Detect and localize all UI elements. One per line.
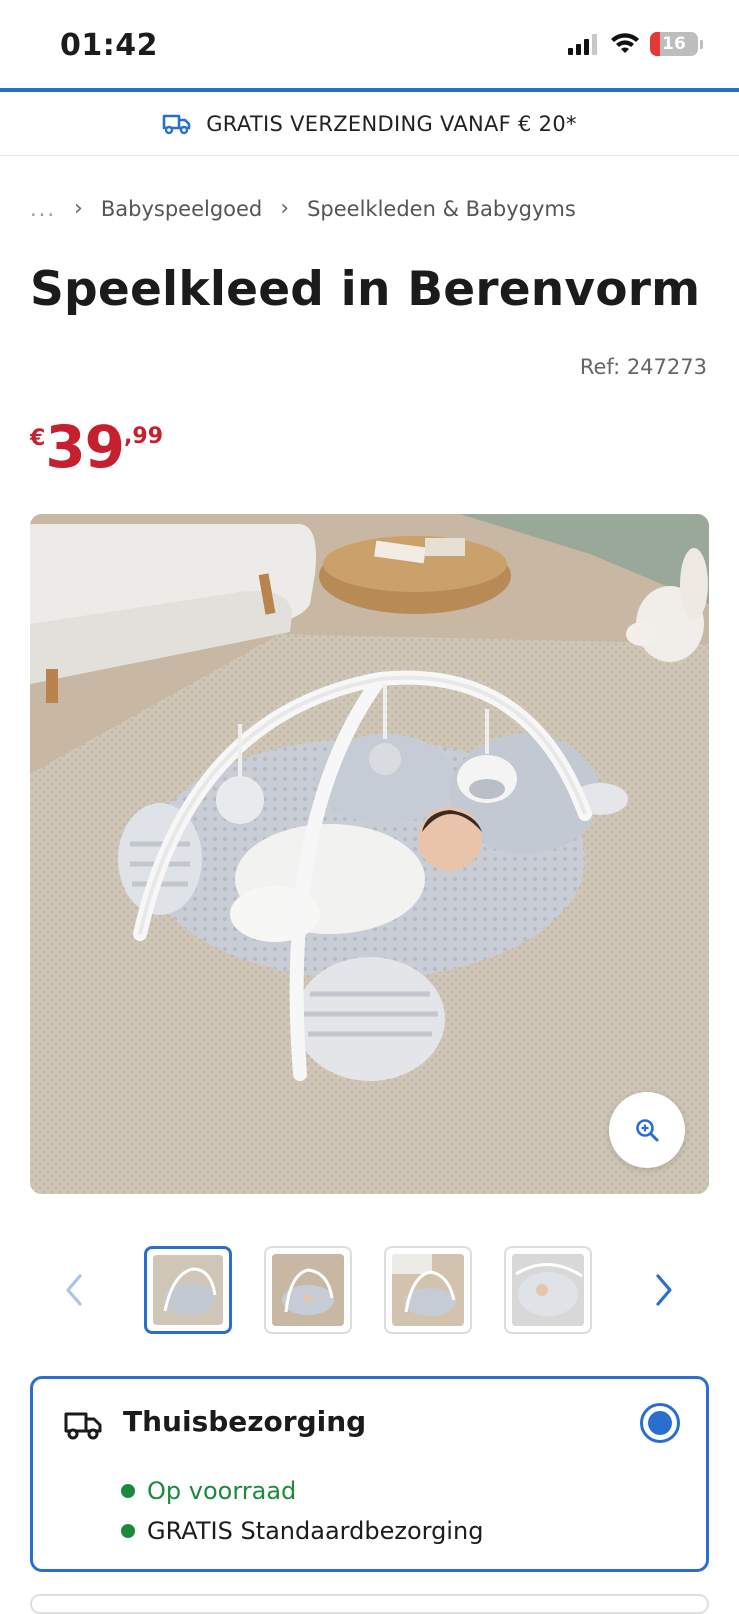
truck-icon — [162, 114, 191, 134]
promo-text: GRATIS VERZENDING VANAF € 20* — [206, 111, 577, 136]
product-ref: Ref: 247273 — [579, 355, 707, 379]
delivery-stock-status: Op voorraad — [121, 1471, 483, 1511]
product-image[interactable] — [30, 514, 709, 1194]
delivery-radio[interactable] — [640, 1403, 680, 1443]
thumbnail-strip — [0, 1246, 739, 1334]
delivery-option-home[interactable]: Thuisbezorging Op voorraad GRATIS Standa… — [30, 1376, 709, 1572]
shipping-promo-banner[interactable]: GRATIS VERZENDING VANAF € 20* — [0, 92, 739, 156]
thumbnail-2[interactable] — [264, 1246, 352, 1334]
status-time: 01:42 — [60, 28, 158, 63]
chevron-left-icon[interactable] — [62, 1270, 86, 1310]
status-dot-icon — [121, 1524, 135, 1538]
price-currency: € — [30, 426, 46, 451]
price-decimal: ,99 — [124, 424, 164, 449]
delivery-details: Op voorraad GRATIS Standaardbezorging — [121, 1471, 483, 1551]
wifi-icon — [611, 33, 639, 53]
price-integer: 39 — [45, 413, 125, 481]
status-dot-icon — [121, 1484, 135, 1498]
chevron-right-icon: › — [280, 196, 290, 221]
product-price: € 39 ,99 — [30, 418, 163, 476]
thumbnail-4[interactable] — [504, 1246, 592, 1334]
next-delivery-option[interactable] — [30, 1594, 709, 1614]
baby-playmat-photo — [30, 514, 709, 1194]
product-title: Speelkleed in Berenvorm — [30, 262, 701, 317]
signal-icon — [568, 34, 597, 55]
chevron-right-icon[interactable] — [652, 1270, 676, 1310]
truck-icon — [64, 1412, 102, 1440]
chevron-right-icon: › — [74, 196, 83, 221]
status-icons: 16 — [568, 32, 703, 56]
status-bar: 01:42 16 — [0, 0, 739, 88]
breadcrumb: ... › Babyspeelgoed › Speelkleden & Baby… — [30, 196, 576, 221]
thumbnail-3[interactable] — [384, 1246, 472, 1334]
thumbnail-1[interactable] — [144, 1246, 232, 1334]
radio-selected-dot — [648, 1411, 672, 1435]
battery-icon: 16 — [650, 32, 698, 56]
zoom-button[interactable] — [609, 1092, 685, 1168]
breadcrumb-item-babyspeelgoed[interactable]: Babyspeelgoed — [101, 197, 262, 221]
delivery-title: Thuisbezorging — [123, 1405, 367, 1438]
battery-level: 16 — [662, 34, 686, 54]
delivery-shipping-info: GRATIS Standaardbezorging — [121, 1511, 483, 1551]
breadcrumb-item-speelkleden[interactable]: Speelkleden & Babygyms — [307, 197, 576, 221]
breadcrumb-ellipsis[interactable]: ... — [30, 197, 56, 221]
zoom-in-icon — [636, 1119, 659, 1142]
